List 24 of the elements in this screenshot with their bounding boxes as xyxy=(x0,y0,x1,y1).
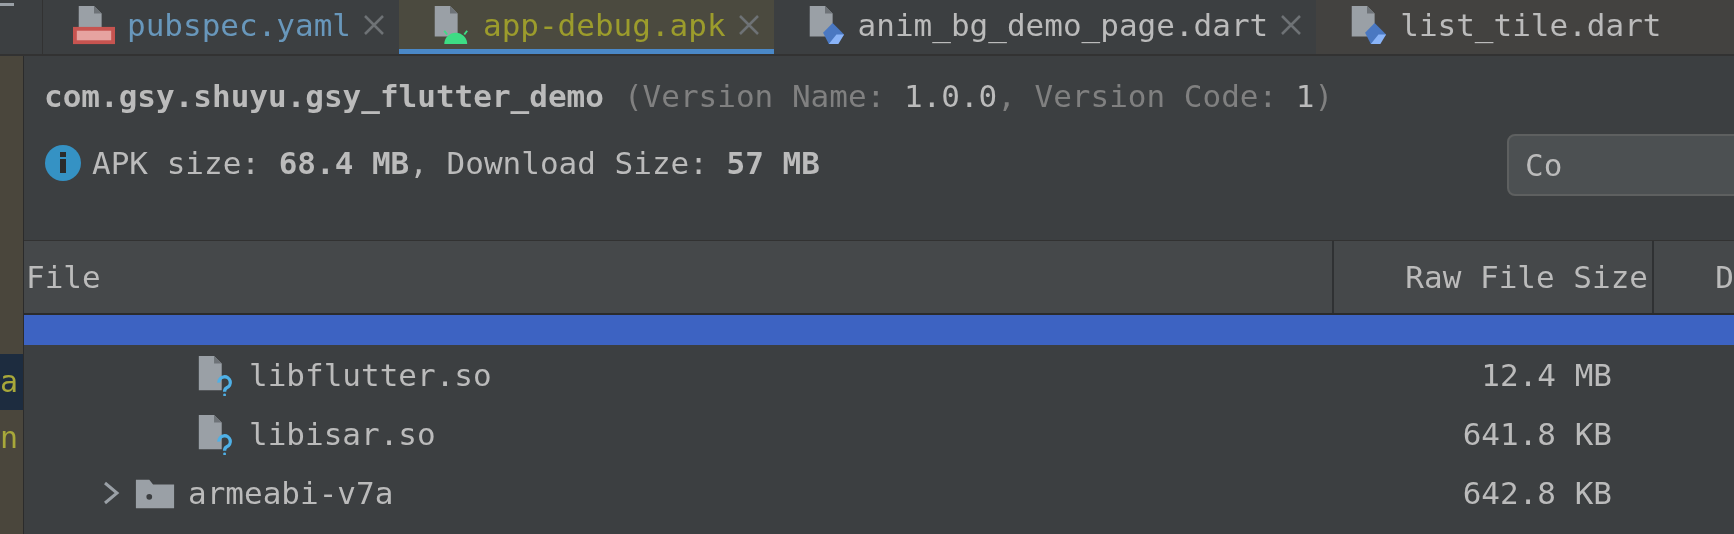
column-header[interactable]: Raw File Size xyxy=(1332,241,1652,313)
editor-tab[interactable]: anim_bg_demo_page.dart xyxy=(773,0,1317,54)
size-info: APK size: 68.4 MB, Download Size: 57 MB xyxy=(92,145,820,181)
file-name[interactable]: libflutter.so xyxy=(249,356,492,393)
compare-button[interactable]: Co xyxy=(1507,134,1734,196)
yaml-file-icon xyxy=(73,3,115,46)
version-info: (Version Name: 1.0.0, Version Code: 1) xyxy=(623,78,1334,114)
package-name: com.gsy.shuyu.gsy_flutter_demo xyxy=(44,78,604,114)
code-fragment: n xyxy=(0,419,20,457)
file-size: 12.4 MB xyxy=(1480,356,1613,393)
close-icon[interactable] xyxy=(362,13,385,36)
file-name[interactable]: libisar.so xyxy=(249,415,436,452)
file-size: 641.8 KB xyxy=(1461,415,1613,452)
column-header[interactable]: File xyxy=(24,241,1332,313)
editor-tab[interactable]: app-debug.apk xyxy=(398,0,774,54)
file-name[interactable]: armeabi-v7a xyxy=(188,474,394,511)
close-icon[interactable] xyxy=(1280,13,1303,36)
file-size: 642.8 KB xyxy=(1461,474,1613,511)
editor-tab[interactable]: list_tile.dart xyxy=(1316,0,1734,54)
editor-tab[interactable]: pubspec.yaml xyxy=(43,0,399,54)
info-icon xyxy=(44,144,82,182)
close-icon[interactable] xyxy=(737,13,760,36)
code-fragment: a xyxy=(0,354,23,410)
column-header[interactable]: D xyxy=(1652,241,1734,313)
